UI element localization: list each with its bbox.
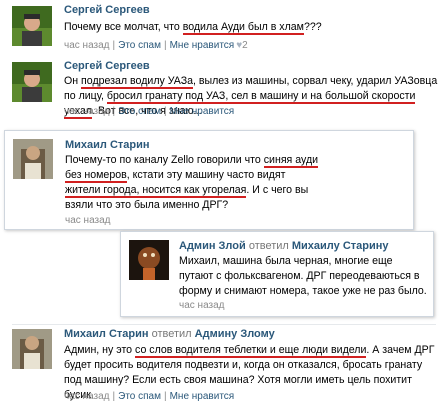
reply-header: Админ Злой ответил Михаилу Старину [179, 240, 389, 252]
replied-label: ответил [248, 240, 289, 252]
text-part: Он [64, 75, 82, 87]
spam-link[interactable]: Это спам [118, 40, 161, 51]
comment-meta: час назад [179, 300, 225, 311]
separator: | [112, 106, 116, 117]
avatar[interactable] [13, 139, 53, 179]
comment-text: Михаил, машина была черная, многие еще п… [179, 255, 427, 297]
timestamp[interactable]: час назад [65, 215, 111, 226]
avatar[interactable] [12, 6, 52, 46]
comment-2: Сергей Сергеев Он подрезал водилу УАЗа, … [0, 56, 446, 126]
comment-meta: час назад | Это спам | Мне нравится [64, 391, 234, 402]
separator: | [163, 40, 167, 51]
timestamp[interactable]: час назад [64, 40, 110, 51]
underlined-text: со слов водителя теблетки и еще люди вид… [135, 344, 367, 358]
underlined-text: жители города, носится как угорелая [65, 184, 247, 198]
timestamp[interactable]: час назад [64, 391, 110, 402]
comment-text: Почему-то по каналу Zello говорили что с… [65, 153, 323, 213]
comment-text: Почему все молчат, что водила Ауди был в… [64, 20, 434, 35]
reply-target-link[interactable]: Михаилу Старину [292, 240, 389, 252]
spam-link[interactable]: Это спам [118, 106, 161, 117]
separator: | [112, 40, 116, 51]
text-part: ??? [303, 21, 322, 33]
author-link[interactable]: Михаил Старин [65, 139, 150, 151]
like-link[interactable]: Мне нравится [170, 40, 235, 51]
separator: | [163, 106, 167, 117]
underlined-text: подрезал водилу УАЗа [81, 75, 193, 89]
separator: | [112, 391, 116, 402]
comment-meta: час назад [65, 215, 111, 226]
comment-4-admin-reply: Админ Злой ответил Михаилу Старину Михаи… [120, 231, 434, 317]
author-link[interactable]: Михаил Старин [64, 328, 149, 340]
like-link[interactable]: Мне нравится [170, 106, 235, 117]
timestamp[interactable]: час назад [64, 106, 110, 117]
author-link[interactable]: Сергей Сергеев [64, 60, 150, 72]
timestamp[interactable]: час назад [179, 300, 225, 311]
replied-label: ответил [151, 328, 192, 340]
comment-5: Михаил Старин ответил Админу Злому Админ… [0, 325, 446, 411]
comment-3-highlighted: Михаил Старин Почему-то по каналу Zello … [4, 130, 414, 230]
underlined-text: водила Ауди был в хлам [182, 21, 304, 35]
text-part: Почему-то по каналу Zello говорили что [65, 154, 264, 166]
avatar[interactable] [12, 329, 52, 369]
separator: | [163, 391, 167, 402]
text-part: , кстати эту машину часто видят [126, 169, 286, 181]
like-link[interactable]: Мне нравится [170, 391, 235, 402]
avatar[interactable] [129, 240, 169, 280]
reply-target-link[interactable]: Админу Злому [195, 328, 275, 340]
avatar[interactable] [12, 62, 52, 102]
reply-header: Михаил Старин ответил Админу Злому [64, 328, 275, 340]
comment-meta: час назад | Это спам | Мне нравится ♥2 [64, 40, 248, 51]
author-link[interactable]: Сергей Сергеев [64, 4, 150, 16]
text-part: Почему все молчат, что [64, 21, 183, 33]
comment-1: Сергей Сергеев Почему все молчат, что во… [0, 0, 446, 56]
spam-link[interactable]: Это спам [118, 391, 161, 402]
text-part: Админ, ну это [64, 344, 136, 356]
comment-meta: час назад | Это спам | Мне нравится [64, 106, 234, 117]
like-count: 2 [242, 40, 248, 51]
author-link[interactable]: Админ Злой [179, 240, 246, 252]
